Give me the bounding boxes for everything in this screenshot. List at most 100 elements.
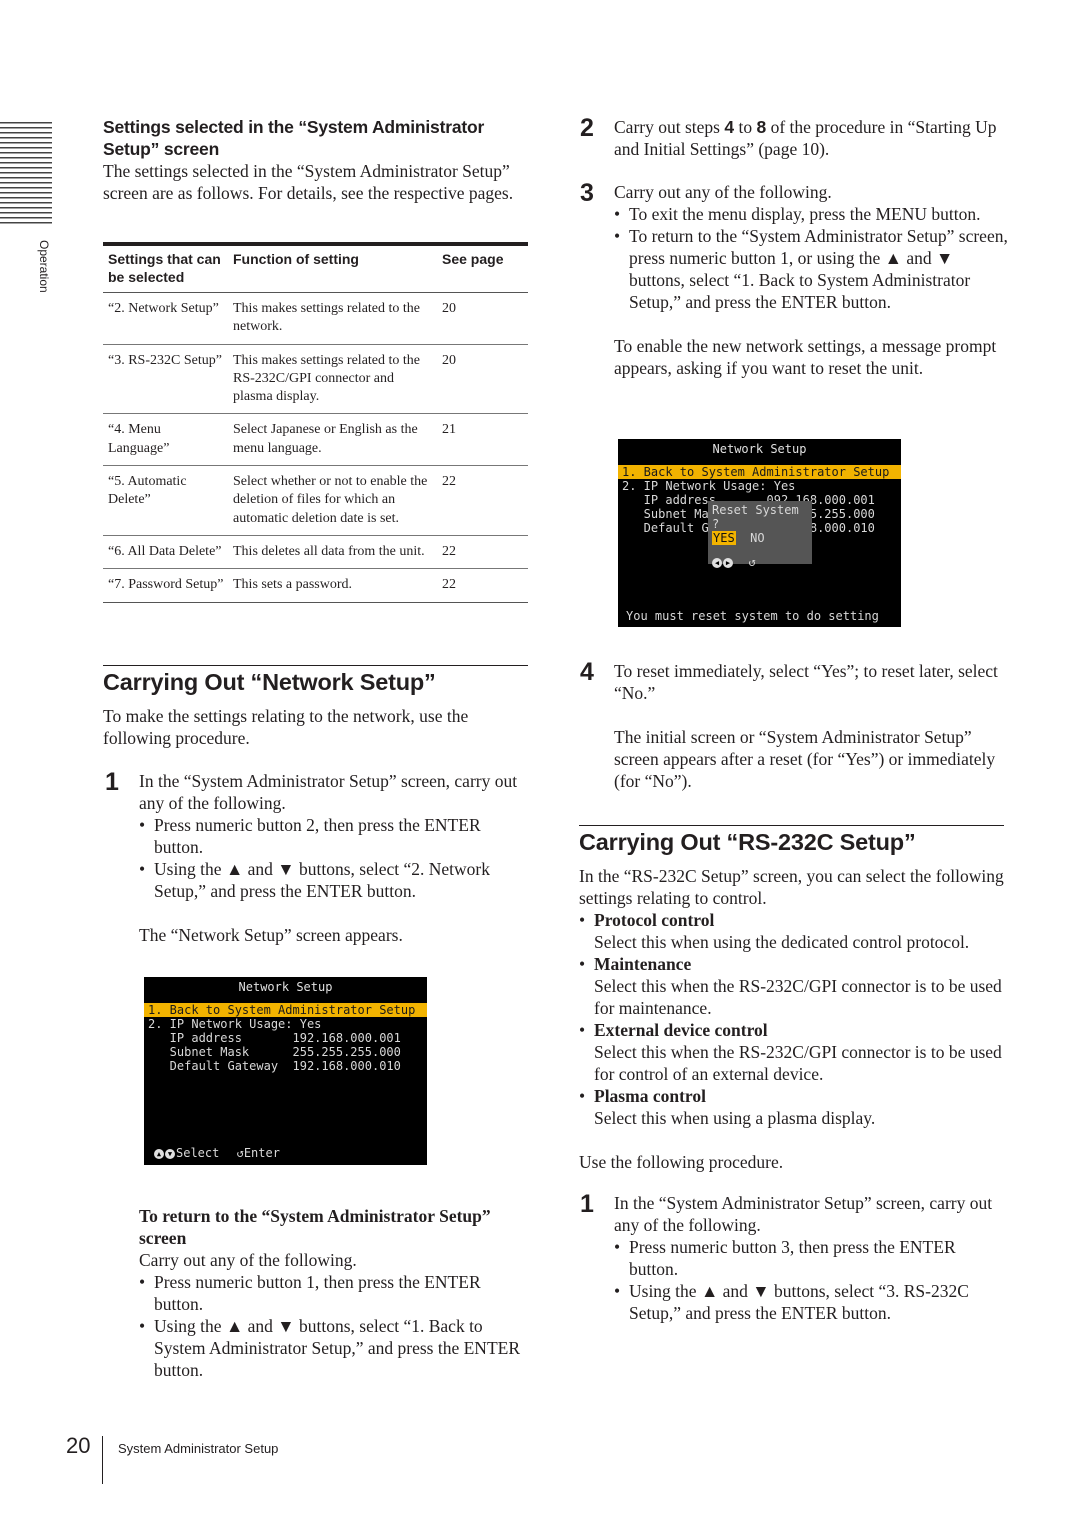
table-cell: 22 <box>437 465 528 536</box>
step-number: 2 <box>580 114 594 142</box>
network-heading: Carrying Out “Network Setup” <box>103 669 436 695</box>
side-tab-label: Operation <box>37 240 51 293</box>
table-cell: “6. All Data Delete” <box>103 534 228 569</box>
rs232-step1: In the “System Administrator Setup” scre… <box>614 1192 1009 1324</box>
list-item: • Press numeric button 1, then press the … <box>139 1272 481 1314</box>
list-item: • Maintenance Select this when the RS-232C… <box>579 954 1002 1018</box>
screen-menu-item: IP address 192.168.000.001 <box>148 1031 401 1045</box>
step-text: In the “System Administrator Setup” scre… <box>614 1193 993 1235</box>
screen-menu-item: 2. IP Network Usage: Yes <box>148 1017 322 1031</box>
return-intro: Carry out any of the following. <box>139 1250 357 1270</box>
up-arrow-icon: ▲ <box>154 1148 164 1159</box>
list-item: • Using the ▲ and ▼ buttons, select “3. R… <box>614 1281 969 1323</box>
network-step4: To reset immediately, select “Yes”; to r… <box>614 660 1009 792</box>
list-item: • Press numeric button 2, then press the … <box>139 815 481 857</box>
settings-heading: Settings selected in the “System Adminis… <box>103 117 485 159</box>
settings-table-wrap: Settings that can be selected Function o… <box>103 242 528 603</box>
list-item: • To exit the menu display, press the MEN… <box>614 204 981 224</box>
table-cell: 21 <box>437 413 528 466</box>
screen-menu-item-selected: 1. Back to System Administrator Setup <box>144 1003 427 1017</box>
network-intro: To make the settings relating to the net… <box>103 706 469 748</box>
table-row: “2. Network Setup” This makes settings r… <box>103 292 528 345</box>
no-option[interactable]: NO <box>750 531 764 545</box>
footer-section: System Administrator Setup <box>118 1441 279 1456</box>
list-item: • Press numeric button 3, then press the … <box>614 1237 956 1279</box>
enter-icon: ↺ <box>236 1146 244 1160</box>
step-number: 4 <box>580 658 594 686</box>
table-header: Function of setting <box>228 244 437 293</box>
screen-footer: ▲ ▼ Select ↺Enter <box>154 1146 280 1160</box>
section-rule <box>103 665 528 666</box>
procedure-intro: Use the following procedure. <box>579 1152 784 1172</box>
reset-prompt-screen: Network Setup 1. Back to System Administ… <box>618 439 901 627</box>
table-cell: 22 <box>437 568 528 603</box>
table-row: “4. Menu Language” Select Japanese or En… <box>103 413 528 466</box>
rs232-body: In the “RS-232C Setup” screen, you can s… <box>579 865 1009 1173</box>
reset-system-dialog: Reset System ? YES NO ◀ ▶ ↺ <box>708 501 812 569</box>
step-text: Carry out any of the following. <box>614 182 832 202</box>
screen-menu-item: Subnet Mask 255.255.255.000 <box>148 1045 401 1059</box>
list-item: • To return to the “System Administrator … <box>614 226 1008 312</box>
screen-message: You must reset system to do setting <box>626 609 879 623</box>
return-heading: To return to the “System Administrator S… <box>139 1206 491 1248</box>
network-step1: In the “System Administrator Setup” scre… <box>139 770 529 946</box>
table-cell: “7. Password Setup” <box>103 568 228 603</box>
screen-title: Network Setup <box>712 442 807 456</box>
step-result: The initial screen or “System Administra… <box>614 727 996 791</box>
right-arrow-icon: ▶ <box>723 557 733 568</box>
network-step3: Carry out any of the following. • To exit… <box>614 181 1009 379</box>
step-number: 3 <box>580 179 594 207</box>
table-row: “7. Password Setup” This sets a password… <box>103 568 528 603</box>
left-arrow-icon: ◀ <box>712 557 722 568</box>
step-text: To reset immediately, select “Yes”; to r… <box>614 661 998 703</box>
rs232-intro: In the “RS-232C Setup” screen, you can s… <box>579 866 1004 908</box>
step-number: 1 <box>580 1190 594 1218</box>
table-cell: 22 <box>437 534 528 569</box>
table-cell: “5. Automatic Delete” <box>103 465 228 536</box>
table-cell: “4. Menu Language” <box>103 413 228 466</box>
list-item: • Plasma control Select this when using a … <box>579 1086 876 1128</box>
table-cell: Select Japanese or English as the menu l… <box>228 413 437 466</box>
screen-title: Network Setup <box>238 980 333 994</box>
table-row: “6. All Data Delete” This deletes all da… <box>103 534 528 569</box>
footer-divider <box>102 1436 103 1484</box>
list-item: • Using the ▲ and ▼ buttons, select “2. N… <box>139 859 490 901</box>
rs232-heading: Carrying Out “RS-232C Setup” <box>579 829 916 855</box>
page-number: 20 <box>66 1433 91 1458</box>
table-cell: 20 <box>437 292 528 345</box>
list-item: • Protocol control Select this when using … <box>579 910 970 952</box>
step-result: To enable the new network settings, a me… <box>614 336 997 378</box>
settings-intro: The settings selected in the “System Adm… <box>103 161 514 203</box>
table-row: “5. Automatic Delete” Select whether or … <box>103 465 528 536</box>
list-item: • External device control Select this when… <box>579 1020 1002 1084</box>
table-row: “3. RS-232C Setup” This makes settings r… <box>103 343 528 414</box>
network-setup-screen: Network Setup 1. Back to System Administ… <box>144 977 427 1165</box>
table-cell: This makes settings related to the netwo… <box>228 292 437 345</box>
screen-menu-item: Default Gateway 192.168.000.010 <box>148 1059 401 1073</box>
yes-option[interactable]: YES <box>712 531 736 545</box>
table-header-row: Settings that can be selected Function o… <box>103 244 528 293</box>
section-rule <box>579 825 1004 826</box>
table-cell: This deletes all data from the unit. <box>228 534 437 569</box>
step-number: 1 <box>105 768 119 796</box>
down-arrow-icon: ▼ <box>165 1148 175 1159</box>
settings-table: Settings that can be selected Function o… <box>103 242 528 603</box>
table-cell: “3. RS-232C Setup” <box>103 343 228 414</box>
settings-section: Settings selected in the “System Adminis… <box>103 116 528 204</box>
return-section: To return to the “System Administrator S… <box>139 1205 529 1381</box>
table-cell: “2. Network Setup” <box>103 292 228 345</box>
enter-icon: ↺ <box>748 555 756 569</box>
table-cell: 20 <box>437 343 528 414</box>
network-step2: Carry out steps 4 to 8 of the procedure … <box>614 117 997 159</box>
screen-menu-item: 2. IP Network Usage: Yes <box>622 479 796 493</box>
table-cell: This makes settings related to the RS-23… <box>228 343 437 414</box>
list-item: • Using the ▲ and ▼ buttons, select “1. B… <box>139 1316 520 1380</box>
dialog-title: Reset System ? <box>712 503 799 531</box>
screen-menu-item-selected: 1. Back to System Administrator Setup <box>618 465 901 479</box>
table-header: See page <box>437 244 528 293</box>
side-tab-lines <box>0 122 52 226</box>
table-header: Settings that can be selected <box>103 244 228 293</box>
table-cell: Select whether or not to enable the dele… <box>228 465 437 536</box>
step-text: In the “System Administrator Setup” scre… <box>139 771 518 813</box>
table-cell: This sets a password. <box>228 568 437 603</box>
